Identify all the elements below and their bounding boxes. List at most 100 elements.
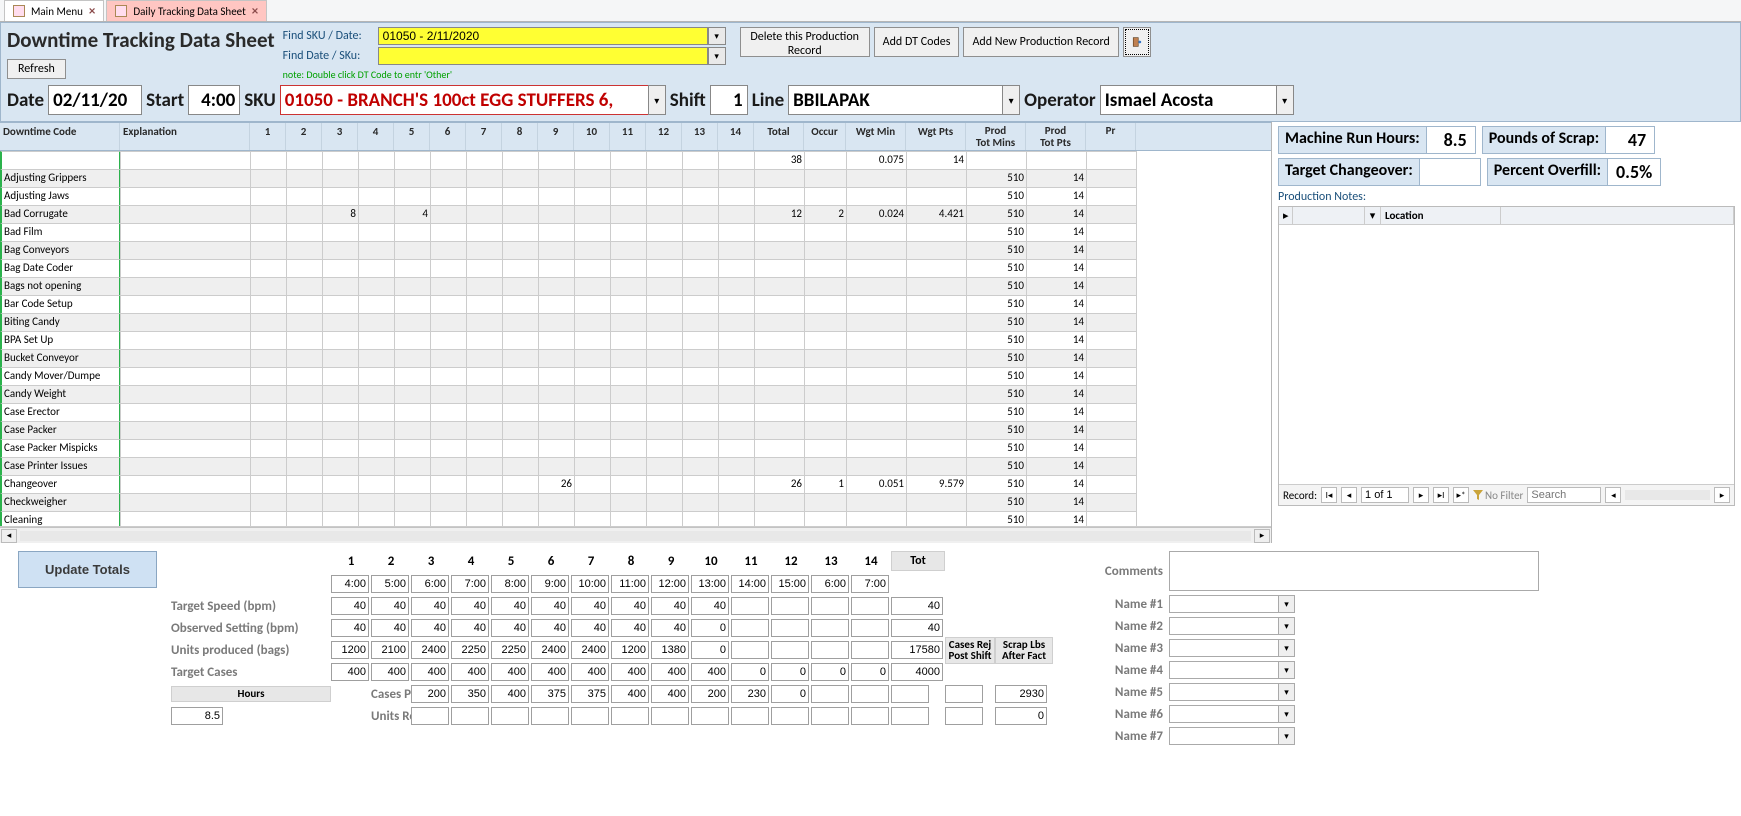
grid-cell[interactable]	[430, 259, 467, 278]
grid-cell[interactable]	[574, 205, 611, 224]
downtime-code-cell[interactable]: Bad Film	[0, 223, 121, 242]
totals-cell-input[interactable]	[491, 641, 529, 659]
grid-cell[interactable]	[754, 313, 805, 332]
totals-cell-input[interactable]	[731, 641, 769, 659]
grid-cell[interactable]	[286, 169, 323, 188]
table-row[interactable]: Bag Date Coder51014	[0, 259, 1271, 277]
grid-cell[interactable]	[502, 403, 539, 422]
totals-total-input[interactable]	[891, 641, 943, 659]
grid-cell[interactable]: 14	[1026, 367, 1087, 386]
grid-cell[interactable]	[906, 331, 967, 350]
grid-cell[interactable]	[286, 475, 323, 494]
totals-cell-input[interactable]	[651, 663, 689, 681]
grid-cell[interactable]	[322, 439, 359, 458]
update-totals-button[interactable]: Update Totals	[18, 551, 157, 588]
totals-cell-input[interactable]	[891, 685, 929, 703]
grid-cell[interactable]	[466, 349, 503, 368]
totals-cell-input[interactable]	[411, 619, 449, 637]
totals-cell-input[interactable]	[945, 685, 983, 703]
grid-cell[interactable]	[466, 475, 503, 494]
grid-cell[interactable]	[906, 349, 967, 368]
grid-cell[interactable]	[754, 277, 805, 296]
chevron-down-icon[interactable]: ▾	[1279, 617, 1295, 635]
grid-cell[interactable]: 14	[1026, 223, 1087, 242]
grid-cell[interactable]	[538, 421, 575, 440]
find-sku-date-input[interactable]	[378, 27, 708, 45]
grid-cell[interactable]: 510	[966, 349, 1027, 368]
grid-cell[interactable]	[646, 349, 683, 368]
grid-cell[interactable]	[846, 331, 907, 350]
grid-cell[interactable]	[466, 403, 503, 422]
grid-cell[interactable]: 0.024	[846, 205, 907, 224]
grid-cell[interactable]	[502, 331, 539, 350]
grid-cell[interactable]	[538, 385, 575, 404]
scroll-right-icon[interactable]: ▸	[1714, 487, 1730, 503]
totals-cell-input[interactable]	[571, 685, 609, 703]
grid-cell[interactable]	[646, 259, 683, 278]
grid-cell[interactable]	[120, 313, 251, 332]
grid-cell[interactable]	[906, 277, 967, 296]
grid-cell[interactable]	[610, 277, 647, 296]
grid-cell[interactable]	[610, 475, 647, 494]
grid-cell[interactable]	[466, 169, 503, 188]
grid-cell[interactable]	[538, 205, 575, 224]
grid-cell[interactable]	[394, 259, 431, 278]
grid-cell[interactable]	[646, 151, 683, 170]
grid-cell[interactable]	[804, 457, 847, 476]
grid-cell[interactable]	[120, 223, 251, 242]
grid-cell[interactable]	[358, 313, 395, 332]
grid-cell[interactable]	[718, 223, 755, 242]
downtime-code-cell[interactable]: Bags not opening	[0, 277, 121, 296]
grid-cell[interactable]	[610, 439, 647, 458]
grid-cell[interactable]	[120, 421, 251, 440]
grid-cell[interactable]	[358, 385, 395, 404]
name-input-3[interactable]	[1169, 639, 1279, 657]
totals-cell-input[interactable]	[331, 597, 369, 615]
grid-cell[interactable]	[502, 385, 539, 404]
grid-cell[interactable]	[610, 205, 647, 224]
totals-cell-input[interactable]	[945, 707, 983, 725]
grid-cell[interactable]	[646, 439, 683, 458]
grid-cell[interactable]	[610, 313, 647, 332]
grid-cell[interactable]	[250, 457, 287, 476]
totals-cell-input[interactable]	[451, 685, 489, 703]
grid-cell[interactable]	[322, 475, 359, 494]
grid-cell[interactable]: 14	[1026, 349, 1087, 368]
grid-cell[interactable]	[1086, 367, 1137, 386]
chevron-down-icon[interactable]: ▾	[1365, 207, 1381, 225]
date-input[interactable]	[48, 85, 142, 115]
grid-cell[interactable]	[502, 457, 539, 476]
grid-cell[interactable]	[466, 295, 503, 314]
grid-cell[interactable]	[804, 403, 847, 422]
totals-cell-input[interactable]	[851, 685, 889, 703]
grid-cell[interactable]: 510	[966, 241, 1027, 260]
totals-cell-input[interactable]	[891, 707, 929, 725]
grid-cell[interactable]	[322, 169, 359, 188]
grid-cell[interactable]	[846, 403, 907, 422]
chevron-down-icon[interactable]: ▾	[648, 85, 666, 115]
grid-cell[interactable]	[286, 331, 323, 350]
grid-cell[interactable]	[394, 421, 431, 440]
table-row[interactable]: Checkweigher51014	[0, 493, 1271, 511]
totals-cell-input[interactable]	[691, 685, 729, 703]
totals-cell-input[interactable]	[851, 597, 889, 615]
grid-cell[interactable]	[322, 493, 359, 512]
grid-cell[interactable]	[646, 169, 683, 188]
grid-cell[interactable]	[250, 493, 287, 512]
grid-cell[interactable]	[804, 187, 847, 206]
grid-cell[interactable]: 510	[966, 205, 1027, 224]
totals-time-input[interactable]	[451, 575, 489, 593]
grid-cell[interactable]	[466, 241, 503, 260]
grid-cell[interactable]	[718, 403, 755, 422]
grid-cell[interactable]	[394, 439, 431, 458]
grid-cell[interactable]	[538, 403, 575, 422]
grid-cell[interactable]	[682, 241, 719, 260]
grid-cell[interactable]	[574, 241, 611, 260]
grid-cell[interactable]	[394, 457, 431, 476]
grid-cell[interactable]	[682, 331, 719, 350]
chevron-down-icon[interactable]: ▾	[708, 47, 726, 65]
grid-cell[interactable]	[466, 457, 503, 476]
totals-cell-input[interactable]	[731, 685, 769, 703]
grid-cell[interactable]	[682, 151, 719, 170]
grid-cell[interactable]	[250, 403, 287, 422]
